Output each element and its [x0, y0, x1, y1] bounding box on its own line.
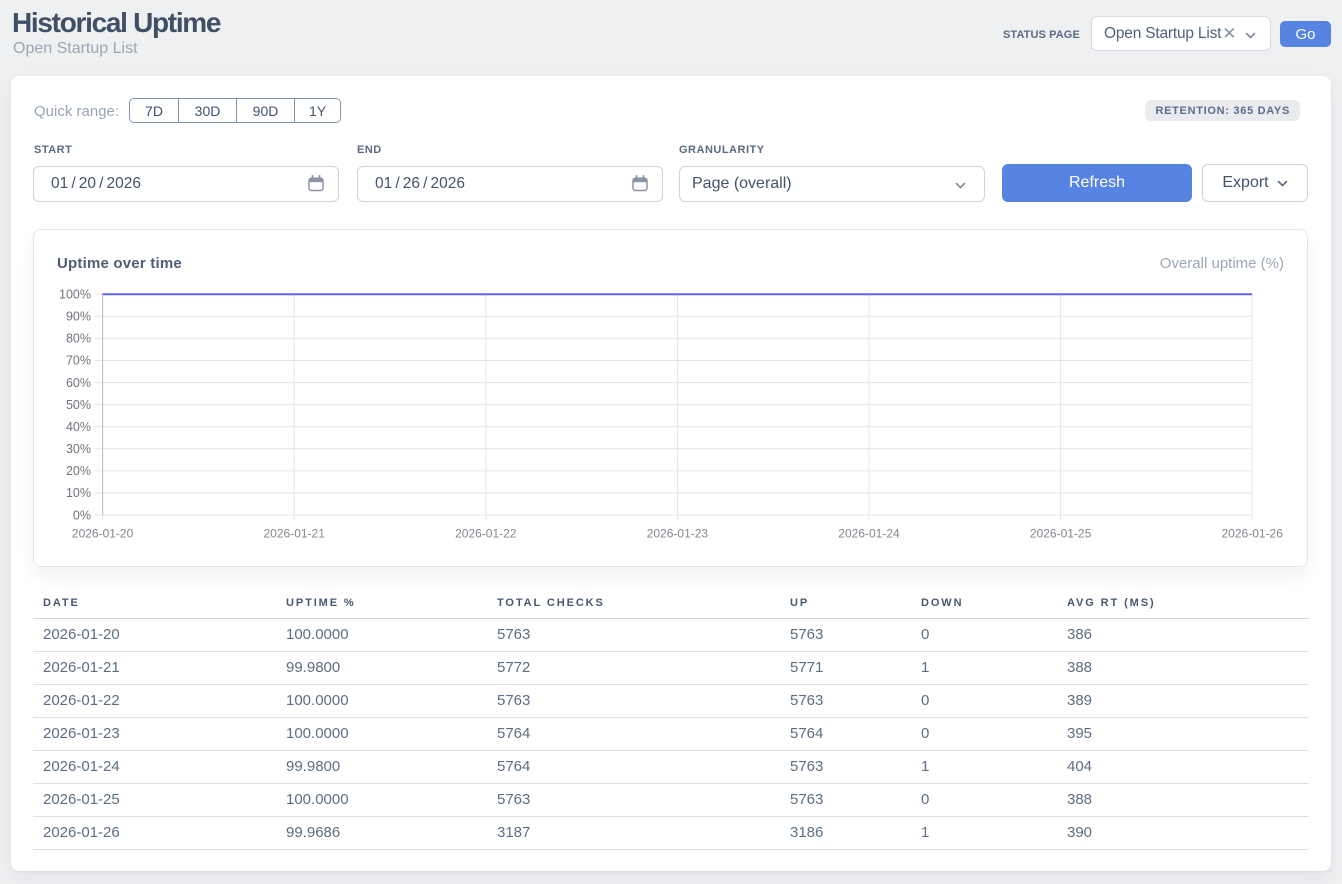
svg-text:20%: 20% [66, 464, 91, 478]
svg-text:2026-01-22: 2026-01-22 [455, 527, 517, 541]
svg-text:30%: 30% [66, 442, 91, 456]
svg-text:100%: 100% [59, 287, 91, 301]
svg-text:2026-01-25: 2026-01-25 [1030, 527, 1092, 541]
svg-text:90%: 90% [66, 310, 91, 324]
svg-text:2026-01-21: 2026-01-21 [264, 527, 326, 541]
svg-text:2026-01-20: 2026-01-20 [72, 527, 134, 541]
svg-text:0%: 0% [73, 508, 91, 522]
svg-text:2026-01-24: 2026-01-24 [838, 527, 900, 541]
svg-text:40%: 40% [66, 420, 91, 434]
svg-text:80%: 80% [66, 332, 91, 346]
svg-text:70%: 70% [66, 354, 91, 368]
svg-text:2026-01-26: 2026-01-26 [1222, 527, 1284, 541]
svg-text:10%: 10% [66, 486, 91, 500]
svg-text:50%: 50% [66, 398, 91, 412]
svg-text:60%: 60% [66, 376, 91, 390]
svg-text:2026-01-23: 2026-01-23 [647, 527, 709, 541]
